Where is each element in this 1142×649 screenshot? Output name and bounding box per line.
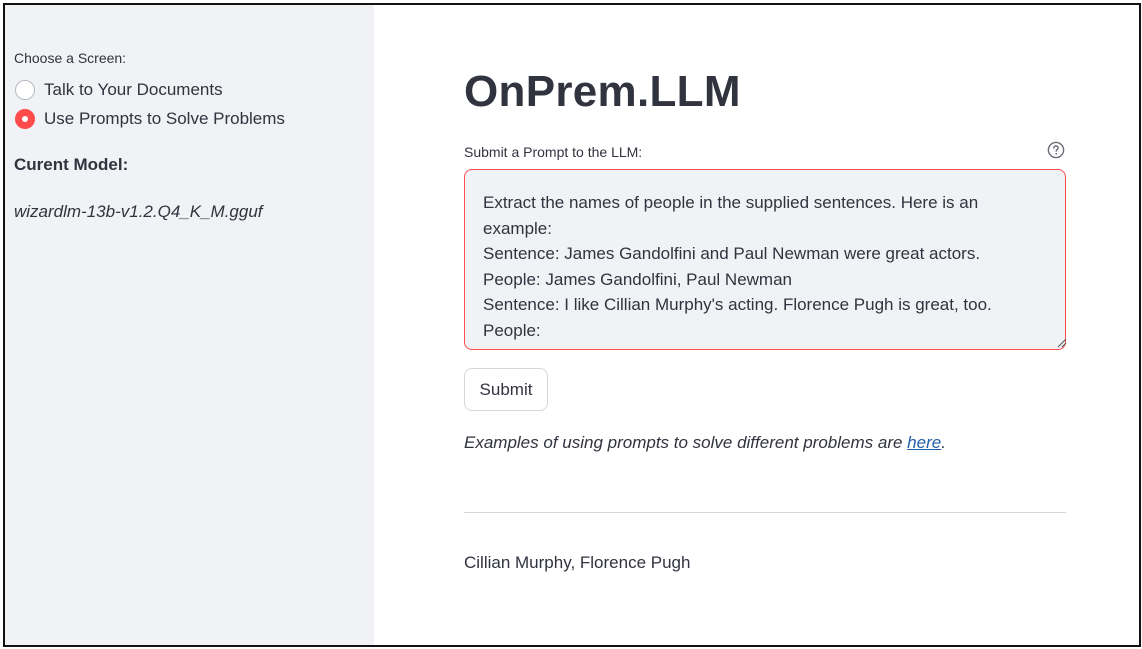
submit-button[interactable]: Submit — [464, 368, 548, 411]
prompt-textarea[interactable]: Extract the names of people in the suppl… — [464, 169, 1066, 350]
prompt-label: Submit a Prompt to the LLM: — [464, 144, 643, 160]
radio-use-prompts[interactable]: Use Prompts to Solve Problems — [15, 109, 285, 129]
main-content: OnPrem.LLM Submit a Prompt to the LLM: E… — [374, 5, 1139, 645]
divider — [464, 512, 1066, 513]
radio-option-label[interactable]: Use Prompts to Solve Problems — [44, 109, 285, 129]
examples-link[interactable]: here — [907, 433, 941, 452]
page-title: OnPrem.LLM — [464, 67, 741, 116]
radio-talk-to-documents[interactable]: Talk to Your Documents — [15, 80, 223, 100]
radio-unselected-icon[interactable] — [15, 80, 35, 100]
examples-prefix: Examples of using prompts to solve diffe… — [464, 433, 908, 452]
llm-result: Cillian Murphy, Florence Pugh — [464, 553, 691, 572]
sidebar: Choose a Screen: Talk to Your Documents … — [5, 5, 374, 645]
radio-selected-icon[interactable] — [15, 109, 35, 129]
examples-note: Examples of using prompts to solve diffe… — [464, 433, 946, 453]
current-model-name: wizardlm-13b-v1.2.Q4_K_M.gguf — [14, 202, 263, 221]
app-window: Choose a Screen: Talk to Your Documents … — [3, 3, 1141, 647]
radio-option-label[interactable]: Talk to Your Documents — [44, 80, 223, 100]
screen-selector-label: Choose a Screen: — [14, 50, 127, 66]
examples-suffix: . — [941, 433, 946, 452]
current-model-heading: Curent Model: — [14, 155, 129, 174]
question-circle-icon[interactable] — [1047, 141, 1065, 159]
resize-handle-icon[interactable] — [1057, 338, 1067, 348]
